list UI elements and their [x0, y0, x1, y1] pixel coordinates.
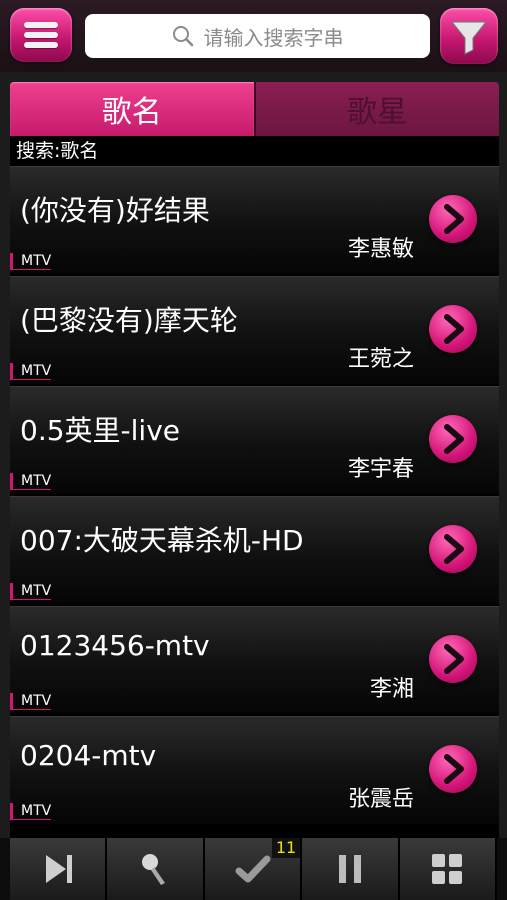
search-icon: [172, 26, 193, 47]
selected-count-badge: 11: [271, 838, 301, 858]
skip-next-button[interactable]: [10, 838, 108, 900]
select-song-button[interactable]: [429, 195, 477, 243]
mtv-tag: MTV: [10, 363, 52, 380]
chevron-right-icon: [444, 424, 464, 454]
hamburger-menu-icon-bar: [24, 32, 58, 38]
song-title: 0.5英里-live: [20, 414, 180, 447]
select-song-button[interactable]: [429, 305, 477, 353]
search-input[interactable]: 请输入搜索字串: [85, 14, 430, 58]
hamburger-menu-icon: [24, 22, 58, 28]
tab-bar: 歌名 歌星: [10, 82, 499, 136]
mtv-tag: MTV: [10, 473, 52, 490]
microphone-icon: [142, 854, 166, 885]
song-title: 0123456-mtv: [20, 629, 210, 662]
header-bar: 请输入搜索字串: [0, 0, 507, 72]
mtv-tag: MTV: [10, 803, 52, 820]
mtv-tag: MTV: [10, 693, 52, 710]
pause-button[interactable]: [302, 838, 400, 900]
tab-song-name[interactable]: 歌名: [10, 82, 254, 136]
song-title: (巴黎没有)摩天轮: [20, 304, 238, 337]
song-artist: 李湘: [369, 677, 414, 702]
song-artist: 李宇春: [347, 457, 414, 482]
song-title: 0204-mtv: [20, 739, 157, 772]
list-item[interactable]: 0204-mtv 张震岳 MTV: [10, 716, 499, 824]
list-item[interactable]: 007:大破天幕杀机-HD MTV: [10, 496, 499, 604]
hamburger-menu-icon-bar: [24, 42, 58, 48]
grid-menu-button[interactable]: [399, 838, 498, 900]
song-title: 007:大破天幕杀机-HD: [20, 524, 304, 557]
chevron-right-icon: [444, 754, 464, 784]
song-title: (你没有)好结果: [20, 194, 210, 227]
chevron-right-icon: [444, 644, 464, 674]
bottom-toolbar: 11: [0, 838, 507, 900]
search-mode-label: 搜索:歌名: [10, 136, 499, 166]
select-song-button[interactable]: [429, 415, 477, 463]
filter-button[interactable]: [440, 8, 498, 64]
chevron-right-icon: [444, 314, 464, 344]
mtv-tag: MTV: [10, 583, 52, 600]
chevron-right-icon: [444, 204, 464, 234]
microphone-button[interactable]: [107, 838, 205, 900]
grid-icon: [432, 854, 463, 884]
skip-next-icon: [45, 855, 72, 883]
song-artist: 张震岳: [347, 787, 414, 812]
filter-funnel-icon: [450, 21, 488, 55]
list-item[interactable]: 0123456-mtv 李湘 MTV: [10, 606, 499, 714]
pause-icon: [338, 855, 361, 883]
select-song-button[interactable]: [429, 525, 477, 573]
list-item[interactable]: (巴黎没有)摩天轮 王菀之 MTV: [10, 276, 499, 384]
checkmark-icon: [235, 855, 271, 883]
selected-songs-button[interactable]: 11: [204, 838, 303, 900]
tab-singer[interactable]: 歌星: [253, 82, 499, 136]
song-artist: 王菀之: [347, 347, 414, 372]
search-placeholder: 请输入搜索字串: [203, 25, 344, 50]
list-item[interactable]: 0.5英里-live 李宇春 MTV: [10, 386, 499, 494]
menu-button[interactable]: [10, 8, 72, 62]
song-artist: 李惠敏: [347, 237, 414, 262]
select-song-button[interactable]: [429, 745, 477, 793]
list-item[interactable]: (你没有)好结果 李惠敏 MTV: [10, 166, 499, 274]
select-song-button[interactable]: [429, 635, 477, 683]
chevron-right-icon: [444, 534, 464, 564]
mtv-tag: MTV: [10, 253, 52, 270]
song-list[interactable]: (你没有)好结果 李惠敏 MTV (巴黎没有)摩天轮 王菀之 MTV 0.5英里…: [10, 166, 499, 838]
